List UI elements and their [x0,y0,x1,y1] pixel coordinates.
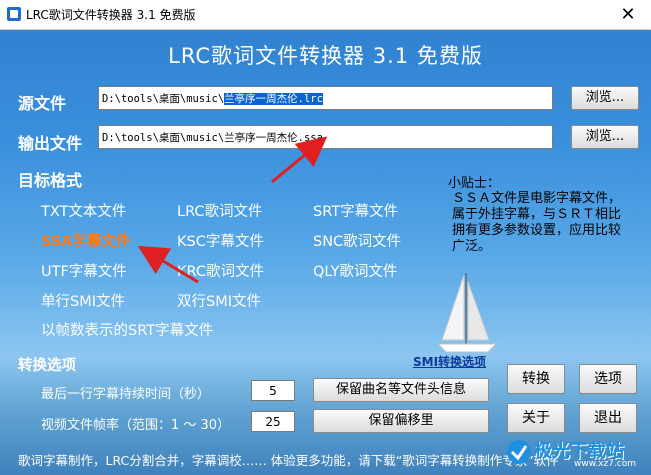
output-file-input[interactable]: D:\tools\桌面\music\兰亭序一周杰伦.ssa [98,125,553,149]
format-qly[interactable]: QLY歌词文件 [313,260,397,281]
about-button[interactable]: 关于 [507,403,565,433]
last-line-duration-label: 最后一行字幕持续时间（秒） [41,387,211,402]
format-single-smi[interactable]: 单行SMI文件 [41,290,125,311]
convert-options-label: 转换选项 [18,358,76,374]
fps-input[interactable]: 25 [251,411,295,432]
source-path-prefix: D:\tools\桌面\music\ [102,93,225,105]
status-bar-text: 歌词字幕制作，LRC分割合并，字幕调校…… 体验更多功能，请下载“歌词字幕转换制… [18,453,559,468]
output-browse-button[interactable]: 浏览... [571,125,639,149]
format-lrc[interactable]: LRC歌词文件 [177,200,263,221]
keep-header-button[interactable]: 保留曲名等文件头信息 [313,378,489,402]
convert-button[interactable]: 转换 [507,364,565,394]
format-double-smi[interactable]: 双行SMI文件 [177,290,261,311]
arrow-to-output-field [271,136,328,184]
fps-label: 视频文件帧率（范围：1 ～ 30） [41,418,231,433]
format-snc[interactable]: SNC歌词文件 [313,230,401,251]
output-file-label: 输出文件 [18,134,83,153]
window-title: LRC歌词文件转换器 3.1 免费版 [26,8,196,22]
format-srt[interactable]: SRT字幕文件 [313,200,398,221]
smi-options-link[interactable]: SMI转换选项 [413,353,486,370]
tip-body: ＳＳＡ文件是电影字幕文件，属于外挂字幕，与ＳＲＴ相比拥有更多参数设置，应用比较广… [452,191,622,254]
source-file-label: 源文件 [18,94,67,113]
last-line-duration-input[interactable]: 5 [251,380,295,401]
keep-offset-button[interactable]: 保留偏移里 [313,409,489,433]
format-frame-srt[interactable]: 以帧数表示的SRT字幕文件 [41,319,213,340]
format-ssa-selected[interactable]: SSA字幕文件 [41,230,130,251]
format-krc[interactable]: KRC歌词文件 [177,260,264,281]
tip-title: 小贴士： [448,176,501,191]
source-browse-button[interactable]: 浏览... [571,86,639,110]
watermark-logo-icon [507,440,531,464]
close-button[interactable]: ✕ [605,0,651,29]
format-utf[interactable]: UTF字幕文件 [41,260,127,281]
app-icon [7,7,21,21]
options-button[interactable]: 选项 [579,364,637,394]
watermark-url: www.xz7.com [574,459,636,469]
format-txt[interactable]: TXT文本文件 [41,200,126,221]
app-banner: LRC歌词文件转换器 3.1 免费版 [168,44,483,68]
sailboat-icon [436,273,498,353]
format-ksc[interactable]: KSC字幕文件 [177,230,264,251]
source-path-selected: 兰亭序一周杰伦.lrc [224,93,323,105]
title-bar: LRC歌词文件转换器 3.1 免费版 ✕ [0,0,651,30]
target-format-label: 目标格式 [18,171,83,190]
source-file-input[interactable]: D:\tools\桌面\music\兰亭序一周杰伦.lrc [98,86,553,110]
app-window: LRC歌词文件转换器 3.1 免费版 ✕ LRC歌词文件转换器 3.1 免费版 … [0,0,651,475]
exit-button[interactable]: 退出 [579,403,637,433]
